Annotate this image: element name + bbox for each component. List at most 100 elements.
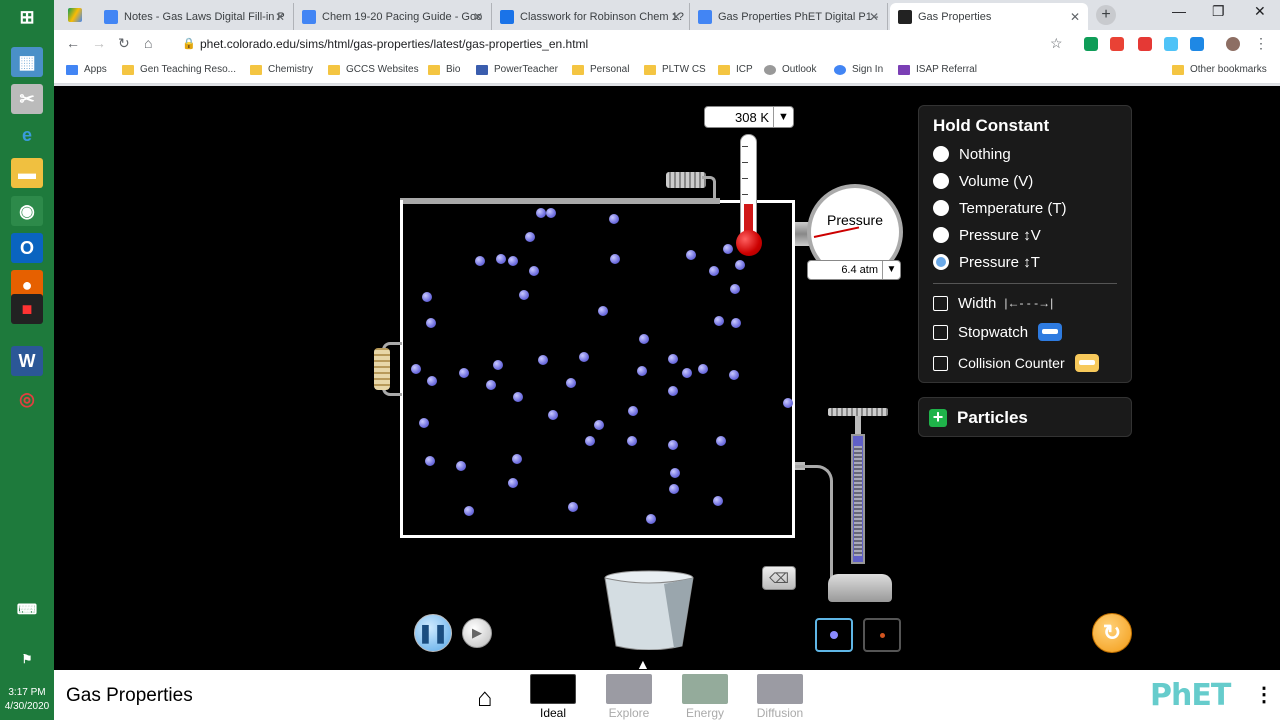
back-icon[interactable]: ←	[66, 35, 80, 51]
light-particle-button[interactable]	[863, 618, 901, 652]
radio-button-selected[interactable]	[933, 254, 949, 270]
bookmark-sign-in[interactable]: Sign In	[834, 64, 883, 75]
bookmark-isap[interactable]: ISAP Referral	[898, 64, 977, 75]
phet-logo[interactable]: PhET	[1150, 678, 1231, 713]
calculator-icon[interactable]: ▦	[11, 47, 43, 77]
file-explorer-icon[interactable]: ▬	[11, 158, 43, 188]
lid-handle[interactable]	[666, 172, 706, 188]
checkbox-stopwatch[interactable]: Stopwatch	[933, 321, 1063, 343]
internet-explorer-icon[interactable]: e	[11, 120, 43, 150]
extension-icon[interactable]	[1190, 37, 1204, 51]
radio-pressure-v[interactable]: Pressure ↕V	[933, 224, 1041, 246]
outlook-icon[interactable]: O	[11, 233, 43, 263]
screen-explore[interactable]: Explore	[604, 674, 654, 720]
screen-label: Energy	[685, 706, 725, 720]
pressure-readout[interactable]: 6.4 atm ▼	[807, 260, 901, 280]
checkbox[interactable]	[933, 355, 948, 371]
tab-gas-properties[interactable]: Gas Properties ✕	[890, 3, 1088, 30]
radio-pressure-t[interactable]: Pressure ↕T	[933, 251, 1040, 273]
bookmark-chemistry[interactable]: Chemistry	[250, 64, 313, 75]
avatar[interactable]	[1226, 37, 1240, 51]
snipping-tool-icon[interactable]: ✂	[11, 84, 43, 114]
bookmark-gccs[interactable]: GCCS Websites	[328, 64, 419, 75]
google-drive-icon[interactable]	[68, 8, 82, 22]
gas-particle	[628, 406, 638, 416]
forward-icon[interactable]: →	[92, 35, 106, 51]
tab-label: Chem 19-20 Pacing Guide - Goo	[322, 10, 483, 23]
home-browser-icon[interactable]: ⌂	[144, 35, 152, 51]
tab-classwork[interactable]: Classwork for Robinson Chem 1? ✕	[492, 3, 690, 30]
minimize-icon[interactable]: —	[1172, 3, 1186, 19]
pause-button[interactable]: ❚❚	[414, 614, 452, 652]
checkbox[interactable]	[933, 295, 948, 311]
bookmark-bio[interactable]: Bio	[428, 64, 460, 75]
particles-panel[interactable]: + Particles	[918, 397, 1132, 437]
step-forward-button[interactable]: ▶	[462, 618, 492, 648]
bookmark-other[interactable]: Other bookmarks	[1172, 64, 1267, 75]
tab-phet-digital[interactable]: Gas Properties PhET Digital P1 - ✕	[690, 3, 888, 30]
radio-temperature[interactable]: Temperature (T)	[933, 197, 1067, 219]
tab-pacing-guide[interactable]: Chem 19-20 Pacing Guide - Goo ✕	[294, 3, 492, 30]
heavy-particle-button[interactable]	[815, 618, 853, 652]
taskbar-date[interactable]: 4/30/2020	[0, 700, 54, 714]
bookmark-personal[interactable]: Personal	[572, 64, 629, 75]
eraser-icon[interactable]: ⌫	[762, 566, 796, 590]
keyboard-icon[interactable]: ⌨	[11, 594, 43, 624]
new-tab-button[interactable]: +	[1096, 5, 1116, 25]
dropdown-arrow-icon[interactable]: ▼	[882, 261, 900, 279]
radio-button[interactable]	[933, 146, 949, 162]
radio-volume[interactable]: Volume (V)	[933, 170, 1033, 192]
bookmark-gen-teaching[interactable]: Gen Teaching Reso...	[122, 64, 236, 75]
checkbox[interactable]	[933, 324, 948, 340]
chrome-icon[interactable]: ◉	[11, 196, 43, 226]
gas-particle	[475, 256, 485, 266]
home-icon[interactable]: ⌂	[477, 682, 493, 713]
checkbox-collision-counter[interactable]: Collision Counter	[933, 352, 1099, 374]
extension-icon[interactable]	[1110, 37, 1124, 51]
bookmark-icp[interactable]: ICP	[718, 64, 753, 75]
phet-menu-icon[interactable]: ⋮	[1254, 682, 1274, 707]
bookmark-powerteacher[interactable]: PowerTeacher	[476, 64, 558, 75]
close-icon[interactable]: ✕	[275, 10, 285, 24]
screen-ideal[interactable]: Ideal	[528, 674, 578, 720]
screen-diffusion[interactable]: Diffusion	[755, 674, 805, 720]
flag-icon[interactable]: ⚑	[11, 644, 43, 674]
pump-handle[interactable]	[828, 408, 888, 416]
reload-icon[interactable]: ↻	[118, 35, 130, 52]
chrome-menu-icon[interactable]: ⋮	[1254, 35, 1268, 52]
record-icon[interactable]: ■	[11, 294, 43, 324]
restore-icon[interactable]: ❐	[1212, 3, 1225, 20]
address-bar[interactable]: 🔒 phet.colorado.edu/sims/html/gas-proper…	[172, 33, 1068, 55]
close-icon[interactable]: ✕	[473, 10, 483, 24]
bookmark-apps[interactable]: Apps	[66, 64, 107, 75]
checkbox-width[interactable]: Width |←- - -→|	[933, 292, 1053, 314]
radio-button[interactable]	[933, 227, 949, 243]
dropdown-arrow-icon[interactable]: ▼	[773, 107, 793, 127]
close-icon[interactable]: ✕	[671, 10, 681, 24]
radio-nothing[interactable]: Nothing	[933, 143, 1011, 165]
bookmark-star-icon[interactable]: ☆	[1050, 35, 1063, 52]
window-close-icon[interactable]: ✕	[1254, 3, 1266, 20]
screen-energy[interactable]: Energy	[680, 674, 730, 720]
reset-all-button[interactable]: ↻	[1092, 613, 1132, 653]
word-icon[interactable]: W	[11, 346, 43, 376]
expand-plus-icon[interactable]: +	[929, 408, 947, 427]
taskbar-time[interactable]: 3:17 PM	[0, 686, 54, 700]
lastpass-icon[interactable]: ◎	[11, 384, 43, 414]
windows-start-icon[interactable]: ⊞	[11, 2, 43, 32]
extension-icon[interactable]	[1164, 37, 1178, 51]
gas-particle	[585, 436, 595, 446]
container-wall-handle[interactable]	[374, 348, 390, 390]
bookmark-outlook[interactable]: Outlook	[764, 64, 816, 75]
bookmark-pltw[interactable]: PLTW CS	[644, 64, 706, 75]
extension-icon[interactable]	[1084, 37, 1098, 51]
temperature-readout[interactable]: 308 K ▼	[704, 106, 794, 128]
tab-notes-gas-laws[interactable]: Notes - Gas Laws Digital Fill-in P ✕	[96, 3, 294, 30]
radio-button[interactable]	[933, 200, 949, 216]
radio-button[interactable]	[933, 173, 949, 189]
extension-icon[interactable]	[1138, 37, 1152, 51]
close-icon[interactable]: ✕	[869, 10, 879, 24]
gas-particle	[493, 360, 503, 370]
close-icon[interactable]: ✕	[1070, 10, 1080, 24]
particle-bucket[interactable]	[604, 570, 694, 650]
